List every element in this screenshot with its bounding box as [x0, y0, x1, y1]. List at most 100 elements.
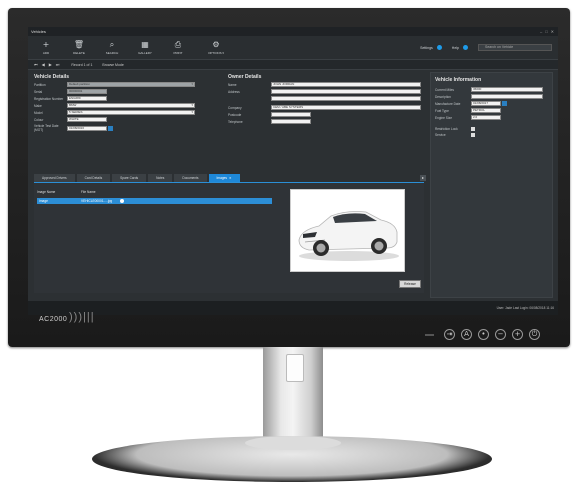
- window-titlebar: Vehicles – □ ✕: [28, 27, 558, 36]
- last-record-icon[interactable]: ⏭: [56, 62, 60, 67]
- mode-label: Browse Mode: [102, 62, 124, 67]
- gear-icon: ⚙: [212, 40, 220, 49]
- first-record-icon[interactable]: ⏮: [34, 62, 38, 67]
- chevron-down-icon: ▾: [191, 82, 193, 86]
- tab-documents[interactable]: Documents: [174, 174, 207, 182]
- make-value: BMW: [69, 103, 77, 107]
- close-icon[interactable]: ✕: [551, 27, 554, 36]
- tab-card-details[interactable]: Card Details: [76, 174, 111, 182]
- content-area: Vehicle Details Partition Default partit…: [28, 70, 558, 302]
- prev-record-icon[interactable]: ◀: [42, 62, 45, 67]
- manufacture-date-input[interactable]: 01/08/2017: [471, 101, 501, 106]
- restriction-lock-checkbox[interactable]: [471, 127, 475, 131]
- print-button[interactable]: ⎙ PRINT: [163, 40, 193, 55]
- calendar-icon[interactable]: [502, 101, 507, 106]
- field-service: Service: [435, 133, 475, 137]
- serial-field: 00000001: [67, 89, 107, 94]
- field-make: Make BMW ▾: [34, 103, 195, 108]
- calendar-icon[interactable]: [108, 125, 113, 131]
- field-owner-postcode: Postcode: [228, 112, 311, 117]
- record-navbar: ⏮ ◀ ▶ ⏭ Record 1 of 1 Browse Mode: [28, 60, 558, 70]
- owner-address-label: Address: [228, 89, 240, 94]
- owner-name-input[interactable]: JOHN JORDAN: [271, 82, 421, 87]
- tab-images[interactable]: Images ✕: [208, 174, 240, 182]
- expand-icon[interactable]: ▸: [420, 175, 426, 181]
- owner-postcode-input[interactable]: [271, 112, 311, 117]
- tab-approved-drivers[interactable]: Approved Drivers: [34, 174, 75, 182]
- settings-link[interactable]: Settings: [420, 46, 433, 50]
- partition-label: Partition: [34, 82, 46, 87]
- add-button[interactable]: + ADD: [31, 40, 61, 55]
- colour-input[interactable]: WHITE: [67, 117, 107, 122]
- release-button[interactable]: Release: [399, 280, 421, 288]
- file-name-column[interactable]: File Name: [81, 190, 96, 196]
- tab-images-label: Images: [216, 176, 227, 180]
- fuel-type-input[interactable]: PETROL: [471, 108, 501, 113]
- table-row[interactable]: Image VEHICLE00001.....jpg: [37, 198, 272, 204]
- toolbar: + ADD 🗑 DELETE ⌕ SEARCH ▦ GALLERY ⎙ PRIN…: [28, 36, 558, 60]
- window-title: Vehicles: [31, 29, 46, 34]
- settings-dot-icon[interactable]: [436, 45, 442, 50]
- service-checkbox[interactable]: [471, 133, 475, 137]
- help-link[interactable]: Help: [452, 46, 459, 50]
- help-dot-icon[interactable]: [463, 45, 468, 50]
- current-miles-input[interactable]: 36000: [471, 87, 543, 92]
- gallery-label: GALLERY: [138, 51, 152, 55]
- status-bar: User: Jade Last Login: 06/08/2018 11:16: [28, 301, 558, 315]
- tab-notes[interactable]: Notes: [148, 174, 173, 182]
- image-name-column[interactable]: Image Name: [37, 190, 81, 196]
- engine-size-input[interactable]: 2.0: [471, 115, 501, 120]
- field-owner-name: Name JOHN JORDAN: [228, 82, 421, 87]
- plus-icon[interactable]: +: [512, 329, 523, 340]
- partition-value: Default partition: [69, 82, 91, 86]
- search-button[interactable]: ⌕ SEARCH: [97, 40, 127, 55]
- minus-icon[interactable]: −: [495, 329, 506, 340]
- vehicle-details-title: Vehicle Details: [34, 74, 70, 80]
- monitor-brand: AC2000: [39, 316, 68, 323]
- partition-select[interactable]: Default partition ▾: [67, 82, 195, 87]
- field-partition: Partition Default partition ▾: [34, 82, 195, 87]
- options-label: OPTIONS ▾: [208, 51, 224, 55]
- close-tab-icon[interactable]: ✕: [229, 176, 232, 180]
- model-select[interactable]: 5 SERIES ▾: [67, 110, 195, 115]
- stand-cable-slot: [286, 354, 304, 382]
- image-name-cell: Image: [39, 199, 48, 203]
- power-icon[interactable]: ⏻: [529, 329, 540, 340]
- owner-address2-input[interactable]: [271, 96, 421, 101]
- gallery-button[interactable]: ▦ GALLERY: [130, 40, 160, 55]
- field-owner-address: Address: [228, 89, 421, 94]
- menu-icon[interactable]: •: [478, 329, 489, 340]
- owner-telephone-input[interactable]: [271, 119, 311, 124]
- field-registration: Registration Number ENG689: [34, 96, 107, 101]
- field-engine-size: Engine Size 2.0: [435, 115, 501, 120]
- file-name-cell: VEHICLE00001.....jpg: [81, 199, 113, 203]
- search-label: SEARCH: [105, 51, 119, 55]
- vehicle-search-input[interactable]: Search on Vehicle: [478, 44, 552, 51]
- restriction-lock-label: Restriction Lock: [435, 127, 458, 131]
- field-manufacture-date: Manufacture Date 01/08/2017: [435, 101, 507, 106]
- maximize-icon[interactable]: □: [545, 27, 547, 36]
- field-colour: Colour WHITE: [34, 117, 107, 122]
- options-button[interactable]: ⚙ OPTIONS ▾: [196, 40, 236, 55]
- owner-company-input[interactable]: CEM / ABE SYSTEMS: [271, 105, 421, 110]
- browse-icon[interactable]: [120, 199, 125, 203]
- description-input[interactable]: [471, 94, 543, 99]
- next-record-icon[interactable]: ▶: [49, 62, 52, 67]
- field-owner-telephone: Telephone: [228, 119, 311, 124]
- delete-button[interactable]: 🗑 DELETE: [64, 40, 94, 55]
- owner-details-title: Owner Details: [228, 74, 262, 80]
- registration-input[interactable]: ENG689: [67, 96, 107, 101]
- model-value: 5 SERIES: [69, 110, 83, 114]
- record-counter: Record 1 of 1: [71, 62, 93, 67]
- plus-icon: +: [42, 40, 50, 49]
- make-select[interactable]: BMW ▾: [67, 103, 195, 108]
- tab-spare-cards[interactable]: Spare Cards: [112, 174, 147, 182]
- auto-icon[interactable]: A: [461, 329, 472, 340]
- input-icon[interactable]: ⇥: [444, 329, 455, 340]
- minimize-icon[interactable]: –: [540, 27, 542, 36]
- trash-icon: 🗑: [73, 40, 85, 49]
- field-owner-address-2: [228, 96, 421, 101]
- test-date-input[interactable]: 01/08/2016: [67, 125, 107, 131]
- make-label: Make: [34, 103, 42, 108]
- owner-address-input[interactable]: [271, 89, 421, 94]
